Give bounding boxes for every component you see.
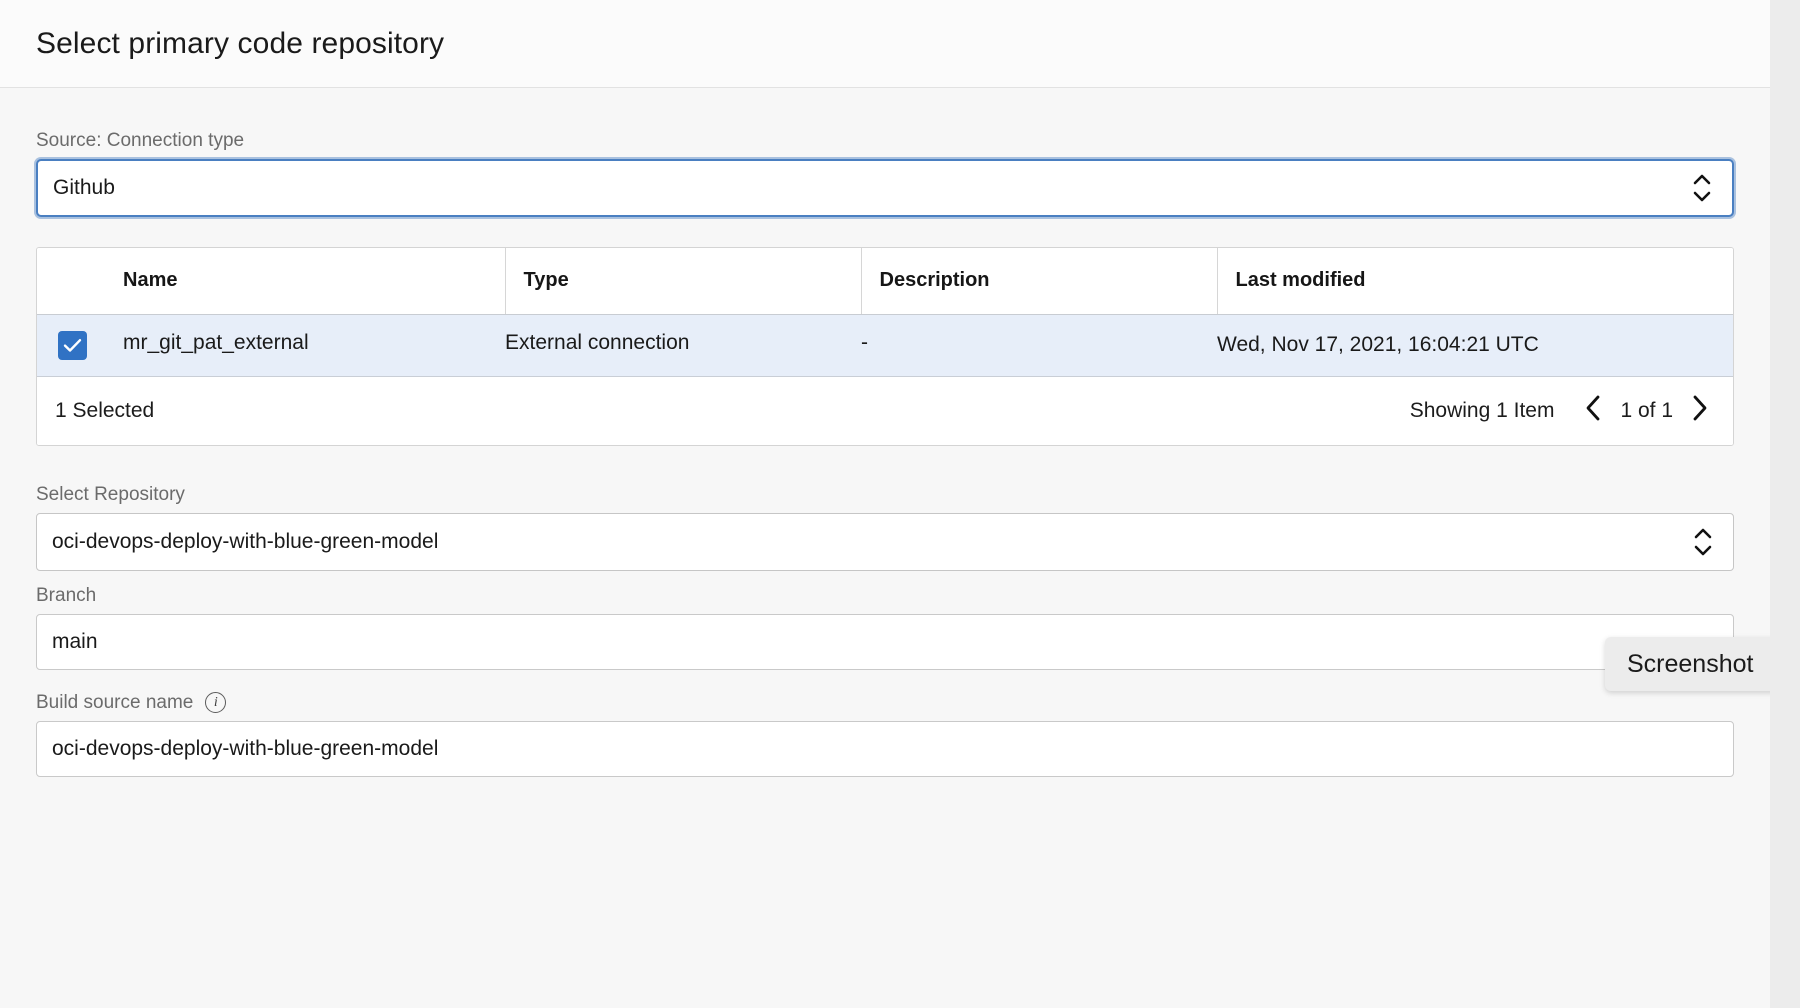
panel-header: Select primary code repository [0,0,1770,88]
row-last-modified: Wed, Nov 17, 2021, 16:04:21 UTC [1217,314,1733,376]
row-description: - [861,314,1217,376]
panel-body: Source: Connection type Github Name Type… [0,88,1770,777]
branch-label: Branch [36,585,1734,607]
screenshot-tooltip-text: Screenshot [1627,650,1753,679]
table-header-checkbox-cell [37,248,123,314]
select-repository-value: oci-devops-deploy-with-blue-green-model [52,530,438,554]
table-row[interactable]: mr_git_pat_external External connection … [37,314,1733,376]
pager: 1 of 1 [1582,393,1711,428]
branch-field[interactable]: main [36,614,1734,670]
connections-table: Name Type Description Last modified mr_ [37,248,1733,377]
row-name: mr_git_pat_external [123,314,505,376]
chevron-right-icon[interactable] [1689,393,1711,428]
selected-count: 1 Selected [55,399,154,423]
row-checkbox[interactable] [58,331,87,360]
connection-type-select[interactable]: Github [36,159,1734,217]
chevron-updown-icon[interactable] [1693,528,1713,556]
pagination-area: Showing 1 Item 1 of 1 [1410,393,1711,428]
branch-label-text: Branch [36,585,96,607]
select-repository-select[interactable]: oci-devops-deploy-with-blue-green-model [36,513,1734,571]
info-icon[interactable]: i [205,692,226,713]
build-source-name-label-text: Build source name [36,692,193,714]
chevron-left-icon[interactable] [1582,393,1604,428]
build-source-name-field[interactable]: oci-devops-deploy-with-blue-green-model [36,721,1734,777]
row-type: External connection [505,314,861,376]
select-primary-code-repository-panel: Select primary code repository Source: C… [0,0,1770,1008]
table-header-last-modified[interactable]: Last modified [1217,248,1733,314]
connection-type-value: Github [53,176,115,200]
row-checkbox-cell [37,314,123,376]
table-footer: 1 Selected Showing 1 Item 1 of 1 [37,377,1733,445]
connection-type-label: Source: Connection type [36,130,1734,152]
right-gutter [1770,0,1800,1008]
screenshot-tooltip: Screenshot [1605,637,1770,691]
branch-value: main [52,630,98,654]
connections-table-card: Name Type Description Last modified mr_ [36,247,1734,446]
chevron-updown-icon[interactable] [1692,174,1712,202]
connection-type-label-text: Source: Connection type [36,130,244,152]
info-icon-glyph: i [214,696,218,710]
select-repository-label: Select Repository [36,484,1734,506]
table-header-description[interactable]: Description [861,248,1217,314]
select-repository-label-text: Select Repository [36,484,185,506]
table-header-row: Name Type Description Last modified [37,248,1733,314]
showing-items-text: Showing 1 Item [1410,399,1555,423]
build-source-name-value: oci-devops-deploy-with-blue-green-model [52,737,438,761]
page-indicator: 1 of 1 [1620,399,1673,423]
build-source-name-label: Build source name i [36,692,1734,714]
check-icon [63,338,82,353]
table-header-type[interactable]: Type [505,248,861,314]
table-header-name[interactable]: Name [123,248,505,314]
page-title: Select primary code repository [36,27,444,61]
